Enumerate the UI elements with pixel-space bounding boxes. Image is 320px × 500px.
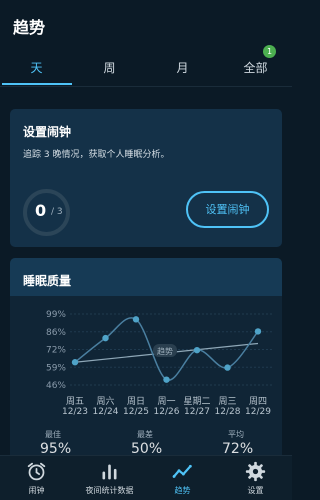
sleep-quality-card: 睡眠质量 99% 86% 72% 59% 46% 趋势 周五 12/23 周六 12/24 周日 12… <box>10 258 282 458</box>
y-tick-label: 46% <box>46 381 66 391</box>
x-tick-date: 12/26 <box>154 407 180 417</box>
x-tick-day: 周三 <box>218 396 236 407</box>
progress-ring <box>23 189 70 236</box>
alarm-clock-icon <box>27 462 46 481</box>
app-header: 趋势 <box>0 0 292 50</box>
nav-item-trends[interactable]: 趋势 <box>146 456 219 500</box>
data-point <box>163 376 170 383</box>
nav-item-settings[interactable]: 设置 <box>219 456 292 500</box>
page-title: 趋势 <box>13 18 46 37</box>
set-alarm-card: 设置闹钟 追踪 3 晚情况，获取个人睡眠分析。 0 / 3 设置闹钟 <box>10 109 282 247</box>
nav-item-night-stats[interactable]: 夜间统计数据 <box>73 456 146 500</box>
period-tabs: 天 周 月 全部 <box>0 50 292 86</box>
tab-day[interactable]: 天 <box>0 59 73 76</box>
y-tick-label: 99% <box>46 310 66 320</box>
x-tick-date: 12/23 <box>62 407 88 417</box>
data-point <box>193 346 201 354</box>
tab-week[interactable]: 周 <box>73 59 146 76</box>
active-tab-indicator <box>2 83 72 85</box>
y-tick-label: 59% <box>46 363 66 373</box>
set-alarm-button[interactable]: 设置闹钟 <box>186 191 269 228</box>
nav-label-night-stats: 夜间统计数据 <box>85 486 134 495</box>
data-point <box>224 364 231 371</box>
bottom-navigation: 闹钟 夜间统计数据 趋势 设置 <box>0 455 292 500</box>
alarm-card-description: 追踪 3 晚情况，获取个人睡眠分析。 <box>23 150 170 160</box>
x-tick-date: 12/25 <box>123 407 149 417</box>
x-tick-date: 12/29 <box>245 407 271 417</box>
stat-worst-label: 最差 <box>137 430 153 439</box>
y-tick-label: 86% <box>46 328 66 338</box>
trend-icon <box>172 464 192 478</box>
x-tick-day: 周五 <box>66 396 84 407</box>
tabs-divider <box>0 86 292 87</box>
x-tick-day: 周日 <box>127 396 145 407</box>
data-point <box>132 316 140 323</box>
tab-all[interactable]: 全部 <box>219 59 292 76</box>
x-tick-day: 周一 <box>157 396 175 407</box>
alarm-card-title: 设置闹钟 <box>23 125 72 139</box>
x-tick-date: 12/28 <box>215 407 241 417</box>
nav-label-alarm: 闹钟 <box>28 486 45 495</box>
x-tick-day: 星期二 <box>183 396 210 407</box>
gear-icon <box>245 461 266 482</box>
nav-label-trends: 趋势 <box>174 486 191 495</box>
nav-label-settings: 设置 <box>247 486 264 495</box>
y-tick-label: 72% <box>46 346 66 356</box>
progress-total: / 3 <box>51 207 63 217</box>
progress-count: 0 <box>35 201 47 220</box>
x-tick-date: 12/24 <box>93 407 119 417</box>
data-point <box>71 359 79 366</box>
tab-month[interactable]: 月 <box>146 59 219 76</box>
data-point <box>254 328 262 335</box>
bar-chart-icon <box>102 464 117 480</box>
data-point <box>102 334 109 342</box>
tab-all-badge: 1 <box>263 45 276 58</box>
nav-item-alarm[interactable]: 闹钟 <box>0 456 73 500</box>
x-tick-date: 12/27 <box>184 407 210 417</box>
sleep-quality-chart: 99% 86% 72% 59% 46% 趋势周五12/23 周六12/24 周日12/25 周一… <box>46 310 272 417</box>
x-tick-day: 周六 <box>96 395 114 407</box>
stat-best-label: 最佳 <box>45 430 61 439</box>
stat-average-label: 平均 <box>228 430 244 439</box>
x-tick-day: 周四 <box>249 396 267 407</box>
trend-label: 趋势 <box>157 346 173 356</box>
